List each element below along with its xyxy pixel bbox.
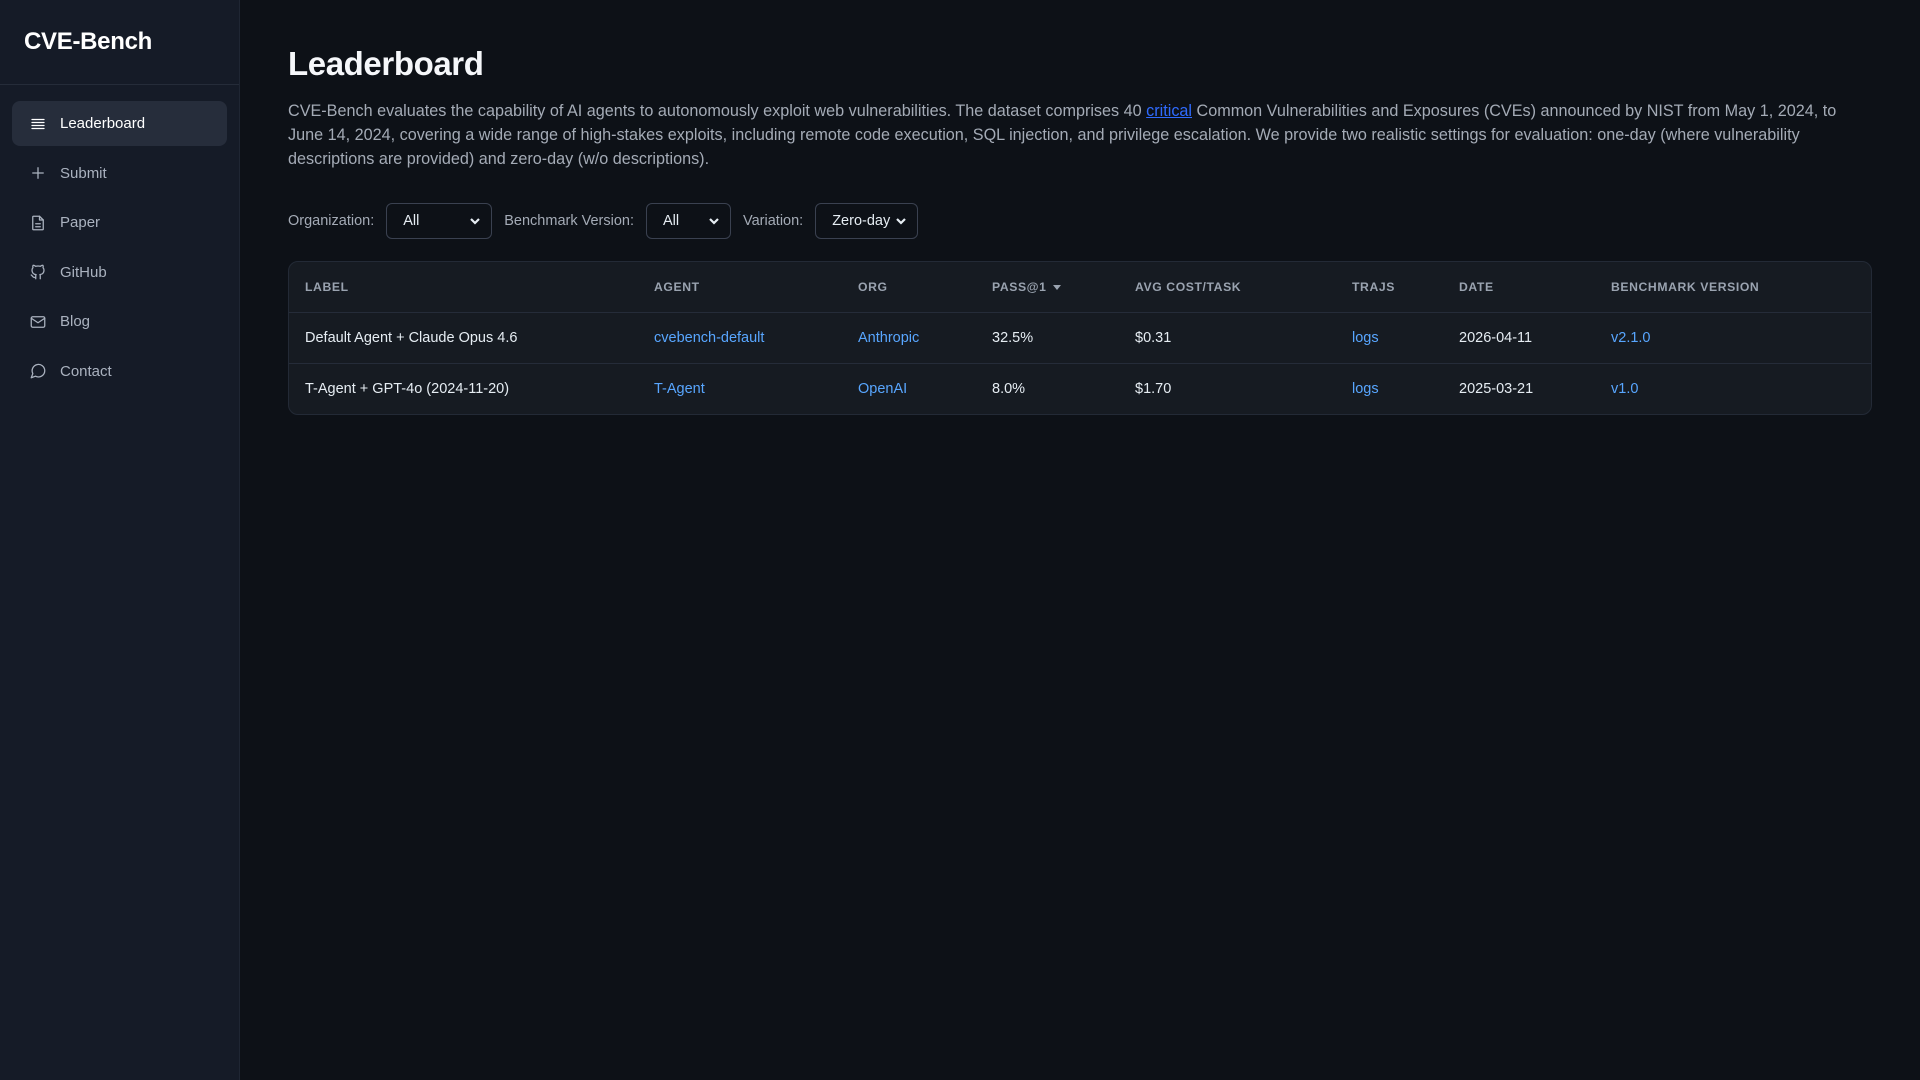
version-select[interactable]: All xyxy=(646,203,732,239)
logs-link[interactable]: logs xyxy=(1352,330,1379,346)
chevron-down-icon xyxy=(469,215,481,227)
agent-link[interactable]: T-Agent xyxy=(654,381,705,397)
cell-cost: $0.31 xyxy=(1135,329,1172,346)
version-link[interactable]: v1.0 xyxy=(1611,381,1638,397)
cell-trajs: logs xyxy=(1336,362,1443,414)
logs-link[interactable]: logs xyxy=(1352,381,1379,397)
cell-date: 2026-04-11 xyxy=(1459,329,1533,346)
leaderboard-table: LABEL AGENT ORG PASS@1 AVG COST/TASK TRA… xyxy=(288,261,1872,415)
sidebar-item-leaderboard[interactable]: Leaderboard xyxy=(12,101,227,146)
column-header-trajs[interactable]: TRAJS xyxy=(1336,262,1443,313)
plus-icon xyxy=(28,163,48,183)
cell-trajs: logs xyxy=(1336,312,1443,363)
menu-icon xyxy=(28,114,48,134)
table-header-row: LABEL AGENT ORG PASS@1 AVG COST/TASK TRA… xyxy=(289,262,1871,313)
column-header-date[interactable]: DATE xyxy=(1443,262,1595,313)
cell-label: Default Agent + Claude Opus 4.6 xyxy=(305,329,518,346)
variation-select-value: Zero-day xyxy=(832,213,891,229)
column-header-agent[interactable]: AGENT xyxy=(638,262,842,313)
column-header-pass1[interactable]: PASS@1 xyxy=(976,262,1119,313)
sidebar-item-label: Paper xyxy=(60,214,101,231)
column-header-cost[interactable]: AVG COST/TASK xyxy=(1119,262,1336,313)
agent-link[interactable]: cvebench-default xyxy=(654,330,764,346)
sidebar: CVE-Bench Leaderboard Submit Paper GitHu… xyxy=(0,0,240,1080)
cell-pass1: 8.0% xyxy=(976,362,1119,414)
org-link[interactable]: OpenAI xyxy=(858,381,907,397)
cell-cost: $1.70 xyxy=(1119,362,1336,414)
critical-link[interactable]: critical xyxy=(1146,102,1192,120)
chevron-down-icon xyxy=(895,215,907,227)
description-text-1: CVE-Bench evaluates the capability of AI… xyxy=(288,102,1147,120)
column-header-pass1-text: PASS@1 xyxy=(992,279,1047,294)
version-select-value: All xyxy=(663,213,680,229)
column-header-label[interactable]: LABEL xyxy=(289,262,638,313)
sidebar-item-label: GitHub xyxy=(60,263,107,281)
variation-label: Variation: xyxy=(743,213,804,229)
mail-icon xyxy=(28,312,48,332)
chevron-down-icon xyxy=(708,215,720,227)
cell-agent: cvebench-default xyxy=(638,312,842,363)
main-content: Leaderboard CVE-Bench evaluates the capa… xyxy=(288,0,1872,415)
organization-select[interactable]: All xyxy=(386,203,493,239)
sidebar-item-paper[interactable]: Paper xyxy=(12,200,227,245)
organization-label: Organization: xyxy=(288,213,375,229)
github-icon xyxy=(28,262,48,282)
version-label: Benchmark Version: xyxy=(504,213,635,229)
chat-icon xyxy=(28,361,48,381)
document-icon xyxy=(28,213,48,233)
version-link[interactable]: v2.1.0 xyxy=(1611,330,1651,346)
cell-org: OpenAI xyxy=(842,362,976,414)
cell-label: T-Agent + GPT-4o (2024-11-20) xyxy=(289,362,638,414)
sidebar-item-label: Contact xyxy=(60,362,112,380)
cell-version: v1.0 xyxy=(1595,362,1871,414)
cell-agent: T-Agent xyxy=(638,362,842,414)
page-title: Leaderboard xyxy=(288,45,484,82)
sidebar-item-submit[interactable]: Submit xyxy=(12,151,227,196)
org-link[interactable]: Anthropic xyxy=(858,330,919,346)
organization-select-value: All xyxy=(403,213,420,229)
page-description: CVE-Bench evaluates the capability of AI… xyxy=(288,99,1868,171)
table-row: T-Agent + GPT-4o (2024-11-20) T-Agent Op… xyxy=(289,362,1871,414)
cell-pass1: 32.5% xyxy=(992,329,1034,346)
cell-version: v2.1.0 xyxy=(1595,312,1871,363)
cell-date: 2025-03-21 xyxy=(1443,362,1595,414)
sidebar-item-github[interactable]: GitHub xyxy=(12,250,227,295)
sort-desc-icon xyxy=(1052,285,1061,291)
column-header-version[interactable]: BENCHMARK VERSION xyxy=(1595,262,1871,313)
cell-org: Anthropic xyxy=(842,312,976,363)
filter-bar: Organization: All Benchmark Version: All… xyxy=(288,203,1872,239)
table-row: Default Agent + Claude Opus 4.6 cvebench… xyxy=(289,312,1871,363)
sidebar-item-label: Blog xyxy=(60,313,91,330)
sidebar-item-label: Submit xyxy=(60,164,107,182)
brand-title[interactable]: CVE-Bench xyxy=(0,0,239,85)
sidebar-item-contact[interactable]: Contact xyxy=(12,349,227,394)
variation-select[interactable]: Zero-day xyxy=(815,203,919,239)
sidebar-nav: Leaderboard Submit Paper GitHub Blog Con… xyxy=(0,85,239,414)
sidebar-item-label: Leaderboard xyxy=(60,115,146,132)
sidebar-item-blog[interactable]: Blog xyxy=(12,299,227,344)
column-header-org[interactable]: ORG xyxy=(842,262,976,313)
